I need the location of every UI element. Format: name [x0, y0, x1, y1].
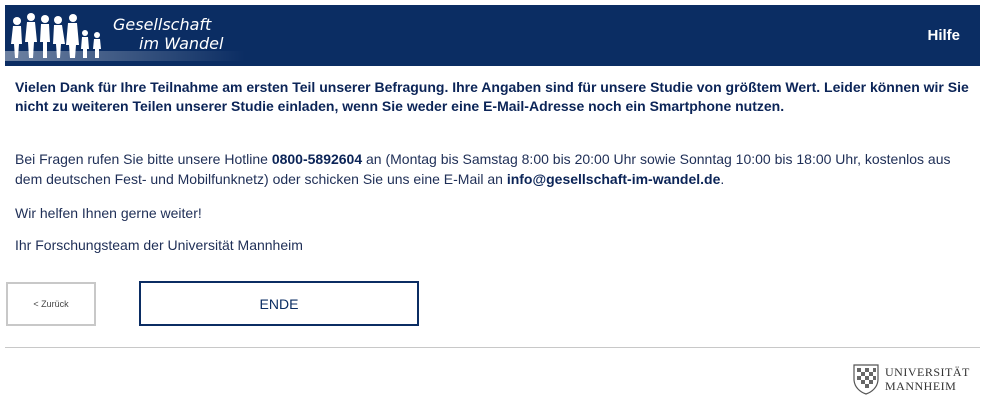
footer-divider — [5, 347, 980, 348]
logo-line-2: im Wandel — [139, 34, 224, 53]
university-line-2: MANNHEIM — [885, 379, 957, 393]
intro-text: Vielen Dank für Ihre Teilnahme am ersten… — [15, 79, 969, 114]
help-link[interactable]: Hilfe — [927, 27, 960, 44]
back-button[interactable]: < Zurück — [6, 282, 96, 326]
hotline-prefix: Bei Fragen rufen Sie bitte unsere Hotlin… — [15, 151, 272, 167]
hotline-suffix: . — [720, 171, 725, 187]
signature-text: Ihr Forschungsteam der Universität Mannh… — [15, 237, 303, 253]
end-button[interactable]: ENDE — [139, 281, 419, 326]
university-mannheim-logo: UNIVERSITÄT MANNHEIM — [851, 361, 976, 397]
intro-message: Vielen Dank für Ihre Teilnahme am ersten… — [15, 78, 970, 116]
university-line-1: UNIVERSITÄT — [885, 365, 970, 379]
header-bar: Gesellschaft im Wandel Hilfe — [5, 5, 980, 66]
university-crest-icon — [853, 364, 879, 395]
hotline-number: 0800-5892604 — [271, 151, 363, 167]
help-text: Wir helfen Ihnen gerne weiter! — [15, 205, 202, 221]
contact-email: info@gesellschaft-im-wandel.de — [506, 171, 721, 187]
logo-text: Gesellschaft im Wandel — [113, 15, 223, 53]
university-name: UNIVERSITÄT MANNHEIM — [885, 365, 970, 393]
logo-line-1: Gesellschaft — [113, 15, 212, 34]
gesellschaft-im-wandel-logo: Gesellschaft im Wandel — [5, 5, 245, 66]
hotline-paragraph: Bei Fragen rufen Sie bitte unsere Hotlin… — [15, 149, 970, 189]
